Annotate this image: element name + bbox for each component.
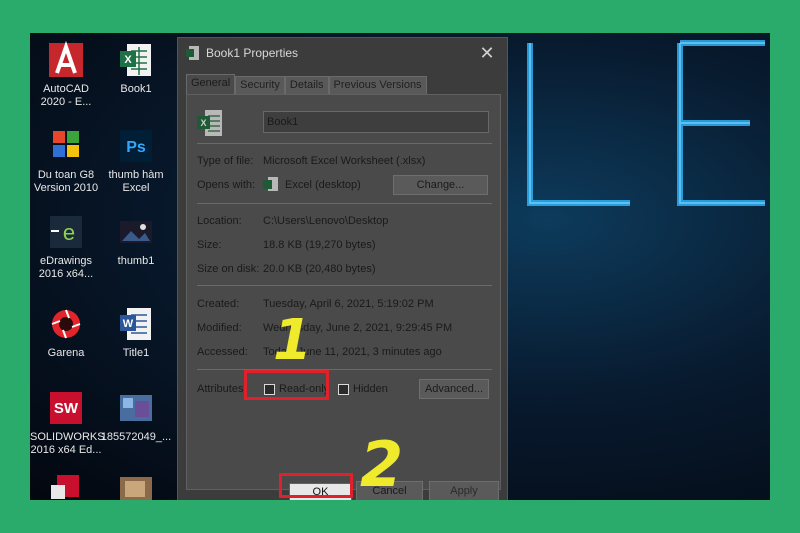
desktop-icon-label: Garena <box>47 347 85 359</box>
word-file-icon: W <box>120 308 151 340</box>
type-of-file-label: Type of file: <box>197 155 254 167</box>
wallpaper-glow-letters <box>527 40 765 206</box>
advanced-button[interactable]: Advanced... <box>419 379 489 399</box>
excel-app-icon <box>263 177 278 191</box>
read-only-highlight <box>244 370 329 400</box>
desktop-icon-label: thumb hàm Excel <box>108 169 164 194</box>
excel-file-icon <box>186 46 199 60</box>
tab-details[interactable]: Details <box>284 76 329 94</box>
divider <box>197 203 492 204</box>
desktop: AutoCAD 2020 - E... X Book1 Du toan G8 V… <box>30 33 770 500</box>
desktop-icon-garena[interactable]: Garena <box>30 305 102 360</box>
svg-text:SW: SW <box>54 400 79 417</box>
image-file-icon <box>120 221 152 243</box>
garena-icon <box>51 309 81 339</box>
dialog-title: Book1 Properties <box>206 46 299 60</box>
svg-text:e: e <box>63 220 75 245</box>
desktop-icon-du-toan[interactable]: Du toan G8 Version 2010 <box>30 127 102 195</box>
tab-previous-versions[interactable]: Previous Versions <box>328 76 427 94</box>
image-file-icon <box>120 395 152 421</box>
divider <box>197 369 492 370</box>
size-on-disk-label: Size on disk: <box>197 263 260 275</box>
divider <box>197 285 492 286</box>
app-icon <box>51 475 79 499</box>
desktop-icon-185572049[interactable]: 185572049_... <box>100 389 172 444</box>
dialog-titlebar: Book1 Properties ✕ <box>178 38 507 68</box>
svg-text:Ps: Ps <box>126 139 146 156</box>
photoshop-icon: Ps <box>120 130 152 162</box>
ok-highlight <box>279 473 353 498</box>
desktop-icon-label: 185572049_... <box>100 431 172 443</box>
opens-with-label: Opens with: <box>197 179 256 191</box>
general-panel: X Book1 Type of file: Microsoft Excel Wo… <box>186 94 501 490</box>
hidden-checkbox[interactable] <box>338 384 349 395</box>
step-1-annotation: 1 <box>273 308 312 373</box>
desktop-icon-autocad[interactable]: AutoCAD 2020 - E... <box>30 41 102 109</box>
desktop-icon-solidworks[interactable]: SW SOLIDWORKS 2016 x64 Ed... <box>30 389 105 457</box>
desktop-icon-label: Book1 <box>120 83 152 95</box>
tab-bar: General Security Details Previous Versio… <box>186 74 427 95</box>
desktop-icon-title1[interactable]: W Title1 <box>100 305 172 360</box>
desktop-icon-label: thumb1 <box>117 255 155 267</box>
desktop-icon-book1[interactable]: X Book1 <box>100 41 172 96</box>
autocad-icon <box>49 41 83 77</box>
desktop-icon-label: AutoCAD 2020 - E... <box>40 83 92 108</box>
desktop-icon-thumb-ham-excel[interactable]: Ps thumb hàm Excel <box>100 127 172 195</box>
edrawings-icon: e <box>50 216 82 248</box>
hidden-label: Hidden <box>353 383 388 395</box>
size-on-disk-value: 20.0 KB (20,480 bytes) <box>263 263 376 275</box>
location-value: C:\Users\Lenovo\Desktop <box>263 215 389 227</box>
desktop-icon-partial[interactable] <box>30 471 102 500</box>
divider <box>197 143 492 144</box>
desktop-icon-edrawings[interactable]: e eDrawings 2016 x64... <box>30 213 102 281</box>
type-of-file-value: Microsoft Excel Worksheet (.xlsx) <box>263 155 426 167</box>
app-icon <box>53 131 79 157</box>
properties-dialog: Book1 Properties ✕ General Security Deta… <box>177 37 508 500</box>
step-2-annotation: 2 <box>360 428 404 500</box>
desktop-icon-label: eDrawings 2016 x64... <box>38 255 94 280</box>
desktop-icon-label: Title1 <box>122 347 150 359</box>
file-name-input[interactable]: Book1 <box>263 111 489 133</box>
created-label: Created: <box>197 298 240 310</box>
location-label: Location: <box>197 215 242 227</box>
svg-text:X: X <box>200 118 206 128</box>
opens-with-value: Excel (desktop) <box>285 179 361 191</box>
desktop-icon-label: SOLIDWORKS 2016 x64 Ed... <box>30 431 105 456</box>
excel-file-icon: X <box>197 110 222 136</box>
excel-file-icon: X <box>120 44 151 76</box>
desktop-icon-thumb1[interactable]: thumb1 <box>100 213 172 268</box>
accessed-label: Accessed: <box>197 346 248 358</box>
size-label: Size: <box>197 239 222 251</box>
tab-security[interactable]: Security <box>235 76 285 94</box>
desktop-icon-label: Du toan G8 Version 2010 <box>33 169 99 194</box>
svg-text:X: X <box>124 54 132 66</box>
svg-text:W: W <box>123 318 134 330</box>
tab-general[interactable]: General <box>186 74 236 95</box>
image-file-icon <box>120 477 152 500</box>
change-button[interactable]: Change... <box>393 175 488 195</box>
attributes-label: Attributes: <box>197 383 247 395</box>
solidworks-icon: SW <box>50 392 82 424</box>
modified-label: Modified: <box>197 322 242 334</box>
size-value: 18.8 KB (19,270 bytes) <box>263 239 376 251</box>
desktop-icon-partial[interactable] <box>100 471 172 500</box>
apply-button[interactable]: Apply <box>429 481 499 500</box>
close-icon[interactable]: ✕ <box>467 43 507 64</box>
